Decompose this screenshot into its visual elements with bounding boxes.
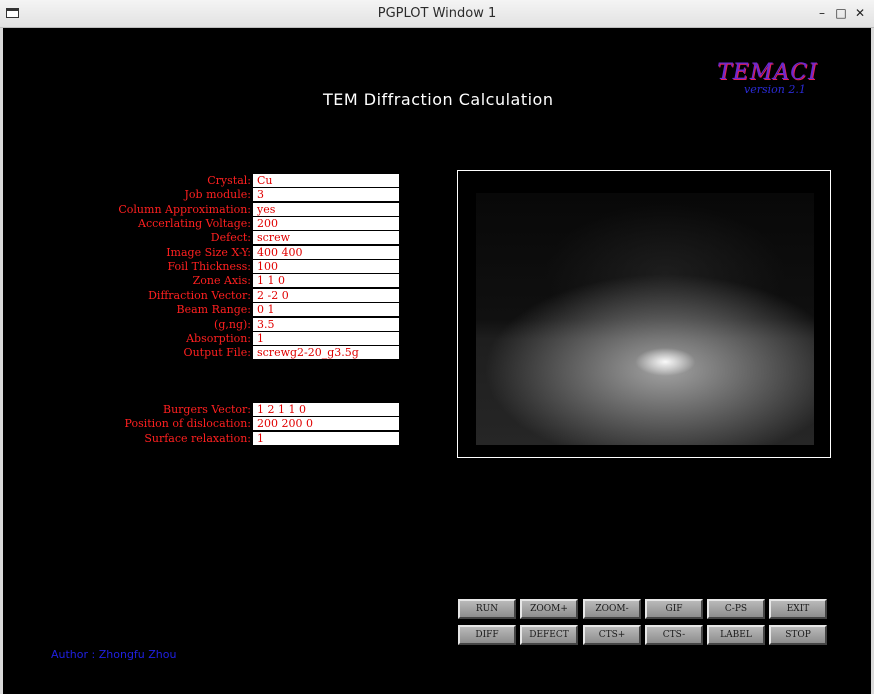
brand-logo: TEMACI [717,60,818,85]
brand-version: version 2.1 [744,83,806,96]
param-field-dislocation-position[interactable]: 200 200 0 [253,417,399,430]
defect-button[interactable]: DEFECT [520,625,578,645]
diff-button[interactable]: DIFF [458,625,516,645]
exit-button[interactable]: EXIT [769,599,827,619]
param-label: Beam Range: [176,303,251,316]
param-field-burgers-vector[interactable]: 1 2 1 1 0 [253,403,399,416]
param-field-job-module[interactable]: 3 [253,188,399,201]
image-frame [457,170,831,458]
param-label: Column Approximation: [118,203,251,216]
param-label: Crystal: [207,174,251,187]
cts-minus-button[interactable]: CTS- [645,625,703,645]
param-label: Absorption: [186,332,251,345]
param-label: Surface relaxation: [144,432,251,445]
param-field-image-size[interactable]: 400 400 [253,246,399,259]
param-label: Defect: [210,231,251,244]
cts-plus-button[interactable]: CTS+ [583,625,641,645]
param-field-column-approximation[interactable]: yes [253,203,399,216]
pgplot-canvas: TEMACI version 2.1 TEM Diffraction Calcu… [3,28,871,694]
label-button[interactable]: LABEL [707,625,765,645]
author-credit: Author : Zhongfu Zhou [51,648,177,661]
param-label: Zone Axis: [192,274,251,287]
zoom-in-button[interactable]: ZOOM+ [520,599,578,619]
close-button[interactable]: ✕ [852,5,868,21]
param-field-foil-thickness[interactable]: 100 [253,260,399,273]
param-label: Foil Thickness: [167,260,251,273]
param-label: Image Size X-Y: [166,246,251,259]
page-title: TEM Diffraction Calculation [323,90,554,109]
run-button[interactable]: RUN [458,599,516,619]
stop-button[interactable]: STOP [769,625,827,645]
param-label: Job module: [184,188,251,201]
param-field-absorption[interactable]: 1 [253,332,399,345]
param-field-output-file[interactable]: screwg2-20_g3.5g [253,346,399,359]
zoom-out-button[interactable]: ZOOM- [583,599,641,619]
param-label: Output File: [183,346,251,359]
param-field-beam-range[interactable]: 0 1 [253,303,399,316]
param-field-voltage[interactable]: 200 [253,217,399,230]
window-titlebar[interactable]: PGPLOT Window 1 – □ ✕ [0,0,874,28]
param-label: (g,ng): [214,318,251,331]
diffraction-contrast-image [476,193,814,445]
param-label: Accerlating Voltage: [138,217,251,230]
param-field-surface-relaxation[interactable]: 1 [253,432,399,445]
minimize-button[interactable]: – [814,5,830,21]
param-field-crystal[interactable]: Cu [253,174,399,187]
param-label: Burgers Vector: [163,403,251,416]
maximize-button[interactable]: □ [833,5,849,21]
window-title: PGPLOT Window 1 [377,6,497,21]
param-label: Position of dislocation: [124,417,252,430]
param-field-defect[interactable]: screw [253,231,399,244]
param-label: Diffraction Vector: [148,289,251,302]
param-field-diffraction-vector[interactable]: 2 -2 0 [253,289,399,302]
param-field-zone-axis[interactable]: 1 1 0 [253,274,399,287]
c-ps-button[interactable]: C-PS [707,599,765,619]
gif-button[interactable]: GIF [645,599,703,619]
param-field-g-ng[interactable]: 3.5 [253,318,399,331]
